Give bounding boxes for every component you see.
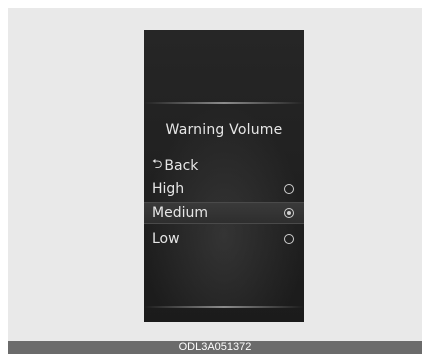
- radio-selected-icon: [284, 208, 294, 218]
- back-button[interactable]: ⮌ Back: [152, 155, 198, 177]
- option-low[interactable]: Low: [144, 228, 304, 250]
- radio-unselected-icon: [284, 234, 294, 244]
- menu-title: Warning Volume: [165, 122, 283, 138]
- top-divider: [144, 102, 304, 104]
- return-arrow-icon: ⮌: [152, 157, 163, 172]
- bottom-divider: [144, 306, 304, 308]
- back-label: Back: [164, 158, 199, 174]
- option-label: Low: [152, 231, 180, 247]
- radio-unselected-icon: [284, 184, 294, 194]
- option-high[interactable]: High: [144, 178, 304, 200]
- option-label: Medium: [152, 205, 208, 221]
- cluster-display: Warning Volume ⮌ Back High Medium Low: [144, 30, 304, 322]
- option-label: High: [152, 181, 185, 197]
- option-medium[interactable]: Medium: [144, 202, 304, 224]
- figure-caption: ODL3A051372: [8, 341, 422, 354]
